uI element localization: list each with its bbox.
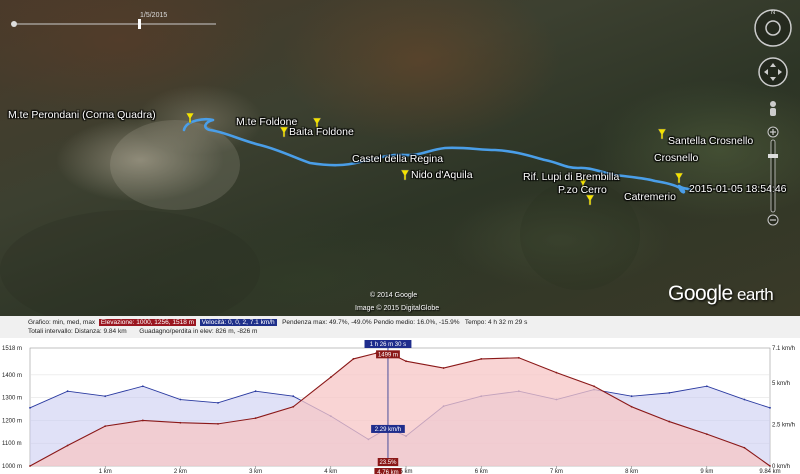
speed-point <box>254 390 257 393</box>
y-left-tick-label: 1518 m <box>2 346 22 352</box>
place-label[interactable]: Santella Crosnello <box>668 135 753 147</box>
x-tick-label: 9 km <box>700 469 713 474</box>
place-label[interactable]: Rif. Lupi di Brembilla <box>523 171 619 183</box>
x-tick-label: 6 km <box>475 469 488 474</box>
placemark-pin-icon[interactable] <box>656 128 668 140</box>
speed-point <box>217 401 219 404</box>
elevation-point <box>254 417 257 420</box>
copyright-google: © 2014 Google <box>370 292 418 299</box>
place-label[interactable]: Nido d'Aquila <box>411 169 473 181</box>
elevation-point <box>480 358 483 360</box>
x-tick-label: 2 km <box>174 469 187 474</box>
y-left-tick-label: 1200 m <box>2 418 22 424</box>
speed-point <box>66 390 69 393</box>
elevation-point <box>668 420 671 423</box>
zoom-slider-track[interactable] <box>770 139 776 213</box>
elevation-point <box>705 433 708 436</box>
cursor-time-label: 1 h 26 m 30 s <box>370 342 406 348</box>
x-tick-label: 1 km <box>99 469 112 474</box>
elevation-profile-panel: Grafico: min, med, max Elevazione: 1000,… <box>0 316 800 474</box>
place-label[interactable]: Crosnello <box>654 152 698 164</box>
speed-point <box>668 391 671 394</box>
logo-google-text: Google <box>668 282 733 305</box>
x-tick-label: 7 km <box>550 469 563 474</box>
navigation-controls: N <box>754 9 792 226</box>
speed-point <box>29 406 31 409</box>
distance-stats: Totali intervallo: Distanza: 9.84 km <box>28 328 127 335</box>
elevation-point <box>630 405 633 408</box>
y-right-tick-label: 5 km/h <box>772 381 790 387</box>
elevation-point <box>217 422 219 425</box>
cursor-slope-label: 23.5% <box>379 460 397 466</box>
speed-stats[interactable]: Velocità: 0, 0, 2, 7.1 km/h <box>199 319 277 326</box>
copyright-imagery: Image © 2015 DigitalGlobe <box>355 305 440 312</box>
google-earth-window: 1/5/2015 M.te Perondani (Corna Quadra) M… <box>0 0 800 474</box>
x-tick-label: 8 km <box>625 469 638 474</box>
elevation-point <box>29 465 31 467</box>
place-label[interactable]: Catremerio <box>624 191 676 203</box>
place-label[interactable]: M.te Perondani (Corna Quadra) <box>8 109 156 121</box>
speed-point <box>705 385 708 388</box>
speed-point <box>292 395 295 398</box>
graph-legend-label: Grafico: min, med, max <box>28 319 96 326</box>
x-tick-label: 4 km <box>324 469 337 474</box>
zoom-out-icon[interactable] <box>767 214 779 226</box>
x-tick-label: 3 km <box>249 469 262 474</box>
elevation-point <box>517 356 520 359</box>
elevation-gain-loss: Guadagno/perdita in elev: 826 m, -826 m <box>139 328 258 335</box>
google-earth-logo: Google earth <box>668 282 774 306</box>
place-label[interactable]: P.zo Cerro <box>558 184 607 196</box>
y-left-tick-label: 1300 m <box>2 396 22 402</box>
x-tick-label: 9.84 km <box>759 469 780 474</box>
profile-info-bar: Grafico: min, med, max Elevazione: 1000,… <box>0 316 800 338</box>
elevation-point <box>179 421 182 424</box>
elevation-point <box>442 367 445 369</box>
zoom-in-icon[interactable] <box>767 126 779 138</box>
elevation-point <box>743 446 746 449</box>
cursor-speed-label: 2.29 km/h <box>375 427 401 433</box>
elevation-point <box>329 376 332 379</box>
elevation-point <box>352 358 355 360</box>
elevation-speed-chart[interactable]: 1518 m 1400 m 1300 m 1200 m 1100 m 1000 m 7.1 … <box>0 338 800 474</box>
speed-point <box>630 395 633 398</box>
placemark-pin-icon[interactable] <box>184 112 196 124</box>
speed-point <box>141 385 144 388</box>
elevation-point <box>292 405 295 408</box>
placemark-pin-icon[interactable] <box>399 169 411 181</box>
look-joystick-icon[interactable]: N <box>754 9 792 47</box>
place-label[interactable]: Castel della Regina <box>352 153 443 165</box>
time-stats: Tempo: 4 h 32 m 29 s <box>464 319 528 326</box>
place-label[interactable]: Baita Foldone <box>289 126 354 138</box>
slope-stats: Pendenza max: 49.7%, -49.0% Pendio medio… <box>282 319 460 326</box>
speed-point <box>743 398 746 401</box>
zoom-slider-handle[interactable] <box>768 154 778 158</box>
y-left-tick-label: 1100 m <box>2 441 22 447</box>
logo-earth-text: earth <box>732 285 774 304</box>
elevation-point <box>593 385 595 388</box>
elevation-point <box>405 360 407 363</box>
placemark-pin-icon[interactable] <box>673 172 685 184</box>
cursor-elevation-label: 1499 m <box>378 352 398 358</box>
y-left-tick-label: 1000 m <box>2 464 22 470</box>
elevation-stats[interactable]: Elevazione: 1000, 1256, 1518 m <box>98 319 197 326</box>
speed-point <box>179 398 182 401</box>
elevation-point <box>141 419 144 422</box>
speed-point <box>104 395 107 398</box>
move-joystick-icon[interactable] <box>758 57 788 87</box>
elevation-point <box>104 425 107 428</box>
satellite-map-view[interactable]: 1/5/2015 M.te Perondani (Corna Quadra) M… <box>0 0 800 316</box>
street-view-pegman-icon[interactable] <box>770 101 776 116</box>
cursor-distance-label: 4.76 km <box>377 470 398 474</box>
y-left-tick-label: 1400 m <box>2 373 22 379</box>
y-right-tick-label: 2.5 km/h <box>772 422 795 428</box>
svg-text:N: N <box>771 10 775 16</box>
elevation-point <box>66 444 69 447</box>
elevation-point <box>555 371 558 374</box>
y-right-tick-label: 7.1 km/h <box>772 346 795 352</box>
speed-point <box>769 406 771 409</box>
